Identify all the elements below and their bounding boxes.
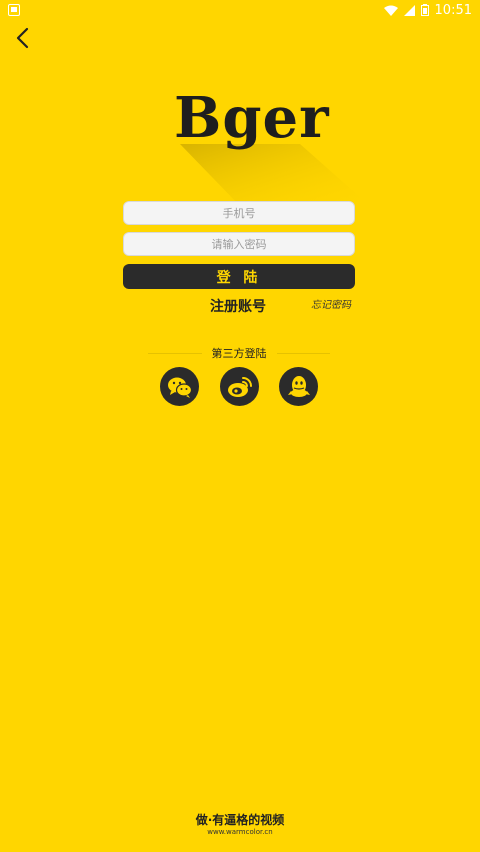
status-right: 10:51 xyxy=(383,2,472,18)
footer-slogan: 做·有逼格的视频 xyxy=(195,813,285,827)
weibo-icon xyxy=(227,376,252,397)
app-logo: Bger xyxy=(170,86,370,206)
battery-icon xyxy=(420,4,429,16)
back-button[interactable] xyxy=(8,24,36,52)
wechat-icon xyxy=(167,377,192,398)
password-input[interactable] xyxy=(124,232,354,256)
qq-login-button[interactable] xyxy=(279,367,318,406)
wifi-icon xyxy=(383,5,398,16)
signal-icon xyxy=(403,4,415,16)
register-link[interactable]: 注册账号 xyxy=(210,296,266,316)
divider-line-right xyxy=(276,352,330,354)
footer-url: www.warmcolor.cn xyxy=(207,828,273,836)
third-party-divider: 第三方登陆 xyxy=(148,345,330,361)
qq-icon xyxy=(287,375,310,397)
logo-text: Bger xyxy=(174,85,330,151)
divider-line-left xyxy=(148,352,202,354)
chevron-left-icon xyxy=(16,27,29,49)
phone-input[interactable] xyxy=(124,201,354,225)
third-party-title: 第三方登陆 xyxy=(211,347,267,360)
forgot-password-link[interactable]: 忘记密码 xyxy=(311,296,351,311)
phone-field-wrap xyxy=(123,201,355,225)
password-field-wrap xyxy=(123,232,355,256)
weibo-login-button[interactable] xyxy=(220,367,259,406)
wechat-login-button[interactable] xyxy=(160,367,199,406)
status-time: 10:51 xyxy=(434,2,472,18)
login-button[interactable]: 登 陆 xyxy=(123,264,355,289)
notification-icon xyxy=(8,4,20,16)
status-bar: 10:51 xyxy=(0,0,480,20)
